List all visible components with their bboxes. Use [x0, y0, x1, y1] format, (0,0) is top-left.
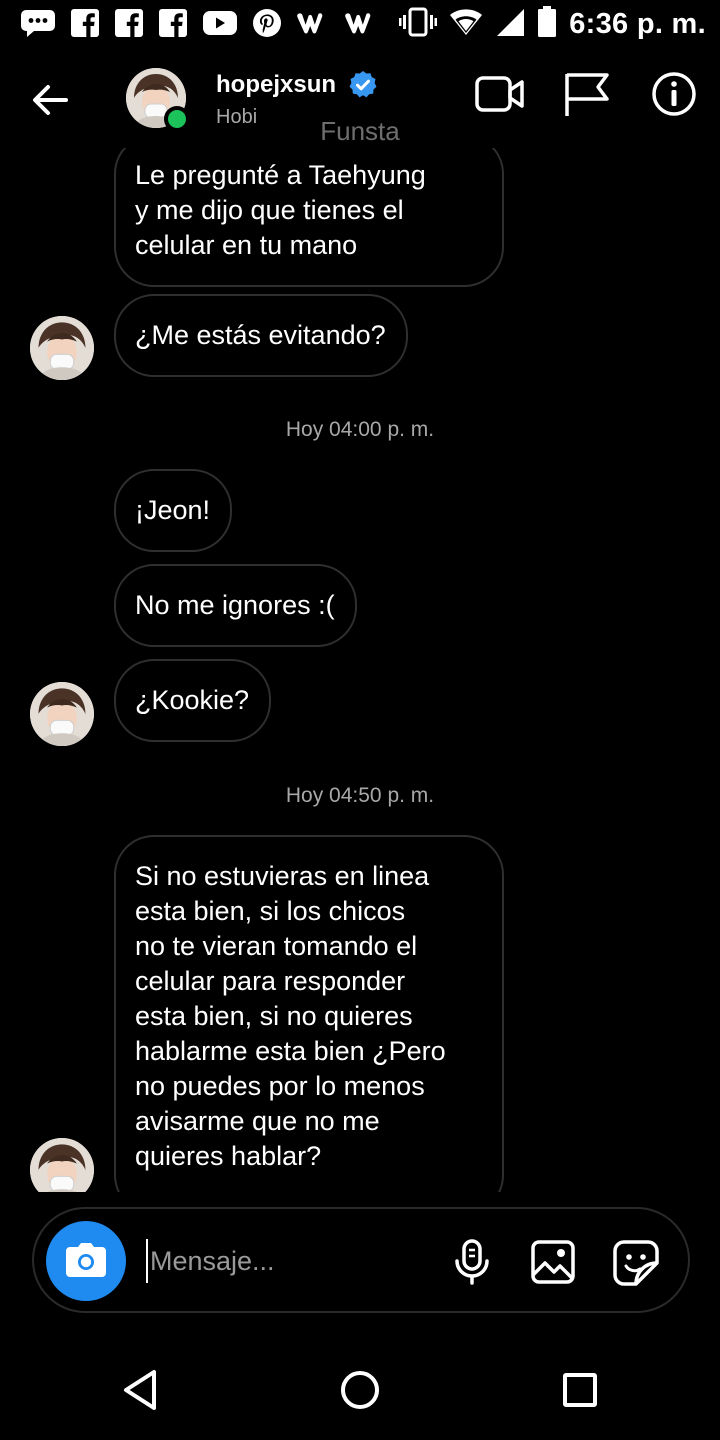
message-composer: [32, 1207, 690, 1313]
image-icon: [531, 1240, 575, 1284]
timestamp: Hoy 04:50 p. m.: [285, 784, 435, 807]
vibrate-icon: [399, 7, 438, 42]
battery-icon: [537, 6, 557, 43]
facebook-icon: [158, 8, 188, 43]
message-bubble[interactable]: ¿Me estás evitando?: [114, 294, 408, 377]
message-text: ¿Kookie?: [135, 685, 250, 715]
facebook-icon: [70, 8, 100, 43]
message-bubble[interactable]: ¡Jeon!: [114, 469, 233, 552]
info-icon: [652, 72, 696, 116]
chat-bubble-icon: [20, 8, 56, 43]
youtube-icon: [202, 9, 238, 42]
signal-icon: [495, 7, 525, 42]
nav-home-button[interactable]: [338, 1368, 382, 1417]
sender-avatar[interactable]: [30, 682, 94, 746]
header-subtitle: Funsta: [320, 116, 400, 146]
sticker-icon: [613, 1240, 659, 1286]
flag-icon: [565, 73, 609, 116]
wifi-icon: [449, 7, 483, 42]
status-time: 6:36 p. m.: [569, 8, 706, 40]
nav-recents-button[interactable]: [560, 1368, 600, 1417]
video-call-button[interactable]: [474, 72, 526, 121]
voice-message-button[interactable]: [452, 1239, 492, 1290]
message-bubble[interactable]: ¿Kookie?: [114, 659, 272, 742]
message-text: Si no estuvieras en linea esta bien, si …: [135, 861, 446, 1171]
message-text: Le pregunté a Taehyung y me dijo que tie…: [135, 160, 426, 260]
wattpad-icon: [296, 9, 330, 42]
notification-icons: [20, 8, 378, 43]
gallery-button[interactable]: [530, 1239, 576, 1290]
wattpad-icon: [344, 9, 378, 42]
verified-badge-icon: [349, 71, 377, 98]
back-triangle-icon: [124, 1370, 156, 1410]
sender-avatar[interactable]: [30, 1138, 94, 1192]
nav-back-button[interactable]: [120, 1368, 160, 1417]
system-icons: 6:36 p. m.: [399, 6, 706, 43]
recents-square-icon: [563, 1373, 597, 1407]
camera-button[interactable]: [46, 1221, 126, 1301]
message-bubble[interactable]: Si no estuvieras en linea esta bien, si …: [114, 835, 504, 1192]
status-bar: 6:36 p. m.: [0, 0, 720, 52]
username-row[interactable]: hopejxsun: [216, 70, 378, 100]
system-navigation-bar: [0, 1344, 720, 1440]
video-camera-icon: [475, 76, 524, 112]
message-text: ¿Me estás evitando?: [135, 320, 386, 350]
sticker-button[interactable]: [612, 1239, 660, 1292]
username: hopejxsun: [216, 71, 337, 98]
message-input[interactable]: [146, 1239, 436, 1283]
message-text: No me ignores :(: [135, 590, 335, 620]
sender-avatar[interactable]: [30, 316, 94, 380]
home-circle-icon: [341, 1371, 379, 1409]
camera-icon: [66, 1243, 106, 1277]
pinterest-icon: [252, 8, 282, 43]
message-bubble[interactable]: No me ignores :(: [114, 564, 357, 647]
message-text: ¡Jeon!: [135, 495, 211, 525]
message-thread[interactable]: Le pregunté a Taehyung y me dijo que tie…: [0, 148, 720, 1192]
message-bubble[interactable]: Le pregunté a Taehyung y me dijo que tie…: [114, 148, 504, 287]
microphone-icon: [455, 1239, 489, 1285]
facebook-icon: [114, 8, 144, 43]
timestamp: Hoy 04:00 p. m.: [285, 418, 435, 441]
